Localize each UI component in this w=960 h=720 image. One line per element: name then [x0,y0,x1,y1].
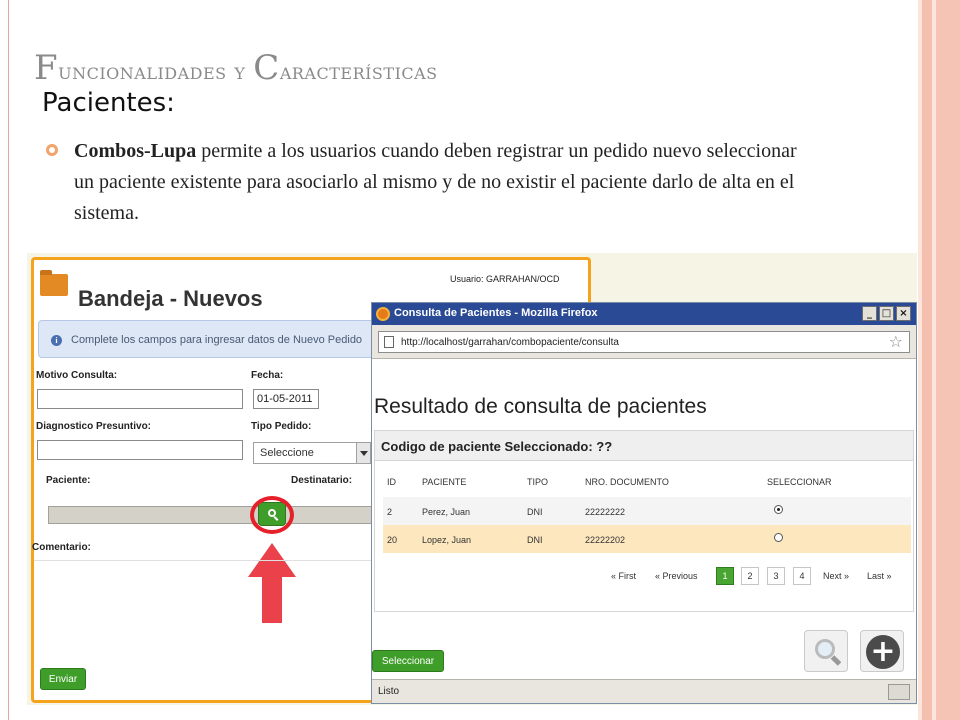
slide-right-stripe [936,0,960,720]
bookmark-star-icon[interactable]: ☆ [889,333,903,351]
select-radio[interactable] [774,505,783,514]
tipo-pedido-label: Tipo Pedido: [251,421,312,432]
table-row[interactable]: 2 Perez, Juan DNI 22222222 [383,497,911,525]
diagnostico-label: Diagnostico Presuntivo: [36,421,152,432]
url-text: http://localhost/garrahan/combopaciente/… [401,337,619,348]
paciente-label: Paciente: [46,475,91,486]
cell-paciente: Perez, Juan [422,507,471,517]
column-header-id: ID [387,477,396,487]
slide-left-rule [8,0,9,720]
status-text: Listo [378,686,400,697]
highlight-circle [250,496,294,534]
first-page-link[interactable]: « First [611,571,636,581]
page-title: Resultado de consulta de pacientes [374,395,707,418]
status-icon [888,684,910,700]
select-radio[interactable] [774,533,783,542]
cell-documento: 22222222 [585,507,626,517]
slide-subtitle: Pacientes: [42,88,175,118]
motivo-consulta-input[interactable] [37,389,243,409]
info-icon: i [51,335,62,346]
folder-icon [40,270,68,296]
cell-tipo: DNI [527,507,543,517]
chevron-down-icon [356,443,370,463]
page-button-1[interactable]: 1 [716,567,734,585]
firefox-window: Consulta de Pacientes - Mozilla Firefox … [371,302,917,704]
panel-title: Codigo de paciente Seleccionado: ?? [381,439,613,454]
cell-id: 20 [387,535,398,545]
cell-id: 2 [387,507,393,517]
bandeja-title: Bandeja - Nuevos [78,286,263,311]
close-button[interactable]: × [896,306,911,321]
table-row[interactable]: 20 Lopez, Juan DNI 22222202 [383,525,911,553]
enviar-button[interactable]: Enviar [40,668,86,690]
page-button-4[interactable]: 4 [793,567,811,585]
cell-tipo: DNI [527,535,543,545]
red-arrow-icon [248,543,296,623]
fecha-input[interactable]: 01-05-2011 [253,389,319,409]
next-page-link[interactable]: Next » [823,571,849,581]
seleccionar-button[interactable]: Seleccionar [372,650,444,672]
page-button-2[interactable]: 2 [741,567,759,585]
status-bar: Listo [372,679,916,703]
slide-right-stripe [922,0,932,720]
results-panel: Codigo de paciente Seleccionado: ?? ID P… [374,430,914,612]
column-header-documento: NRO. DOCUMENTO [585,477,669,487]
slide-title: Funcionalidades y Características [34,48,438,88]
bullet-text: Combos-Lupa permite a los usuarios cuand… [74,136,814,229]
cell-paciente: Lopez, Juan [422,535,472,545]
add-icon: + [866,635,900,669]
paciente-field[interactable] [48,506,378,524]
last-page-link[interactable]: Last » [867,571,892,581]
search-button[interactable] [804,630,848,672]
window-titlebar[interactable]: Consulta de Pacientes - Mozilla Firefox … [372,303,916,325]
maximize-button[interactable]: □ [879,306,894,321]
column-header-seleccionar: SELECCIONAR [767,477,832,487]
tipo-pedido-value: Seleccione [260,447,314,459]
fecha-label: Fecha: [251,370,284,381]
page-content: Resultado de consulta de pacientes Codig… [372,360,916,680]
destinatario-label: Destinatario: [291,475,353,486]
panel-header: Codigo de paciente Seleccionado: ?? [375,431,913,461]
motivo-consulta-label: Motivo Consulta: [36,370,118,381]
bullet-bold-term: Combos-Lupa [74,140,197,162]
add-patient-button[interactable]: + [860,630,904,672]
column-header-tipo: TIPO [527,477,549,487]
cell-documento: 22222202 [585,535,626,545]
page-button-3[interactable]: 3 [767,567,785,585]
address-area: http://localhost/garrahan/combopaciente/… [372,325,916,359]
previous-page-link[interactable]: « Previous [655,571,698,581]
page-icon [384,336,394,348]
comentario-label: Comentario: [32,542,91,553]
info-message: Complete los campos para ingresar datos … [71,334,363,346]
address-bar[interactable]: http://localhost/garrahan/combopaciente/… [378,331,910,353]
window-title: Consulta de Pacientes - Mozilla Firefox [394,307,598,319]
minimize-button[interactable]: _ [862,306,877,321]
column-header-paciente: PACIENTE [422,477,467,487]
user-label: Usuario: GARRAHAN/OCD [450,274,560,284]
screenshot-area: Bandeja - Nuevos Usuario: GARRAHAN/OCD i… [27,253,917,705]
firefox-icon [376,307,390,321]
diagnostico-input[interactable] [37,440,243,460]
bullet-icon [46,144,58,156]
tipo-pedido-select[interactable]: Seleccione [253,442,371,464]
